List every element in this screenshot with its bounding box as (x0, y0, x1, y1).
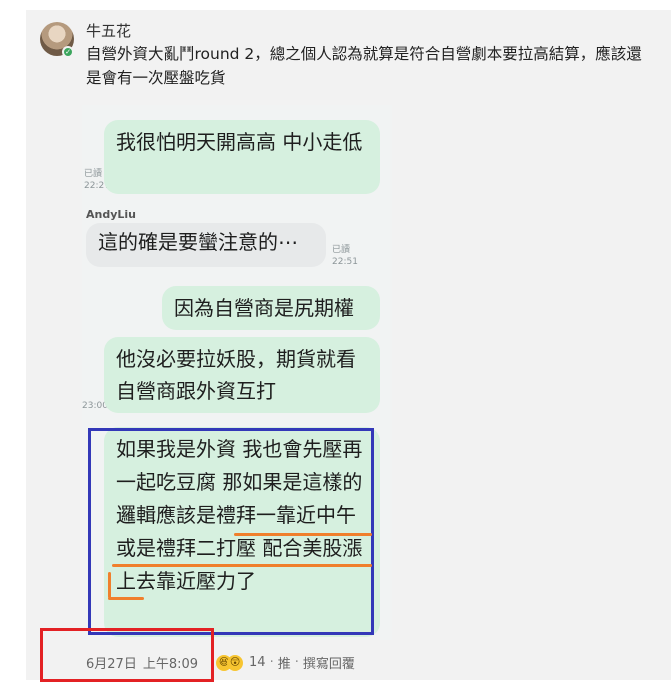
read-receipt: 已讀 (332, 245, 351, 255)
sender-name: AndyLiu (86, 208, 136, 221)
underline-annotation (234, 533, 372, 536)
reaction-count[interactable]: 14 (249, 655, 266, 670)
push-link[interactable]: 推 (278, 653, 291, 672)
highlight-box (88, 428, 374, 635)
chat-bubble-self: 我很怕明天開高高 中小走低 (104, 120, 380, 194)
read-receipt: 已讀 (84, 169, 103, 179)
online-badge-icon: ✓ (62, 46, 74, 58)
page: ✓ 牛五花 自營外資大亂鬥round 2，總之個人認為就算是符合自營劇本要拉高結… (0, 0, 671, 685)
reply-link[interactable]: 撰寫回覆 (303, 653, 355, 672)
chat-bubble-self: 他沒必要拉妖股，期貨就看自營商跟外資互打 (104, 337, 380, 413)
separator: · (269, 655, 274, 670)
chat-bubble-other: 這的確是要蠻注意的⋯ (86, 223, 326, 267)
post-date[interactable]: 6月27日 (86, 653, 137, 672)
message-text: 我很怕明天開高高 中小走低 (116, 130, 363, 154)
post-footer: 6月27日 上午8:09 😆 😲 14 · 推 · 撰寫回覆 (86, 653, 355, 672)
message-text: 因為自營商是尻期權 (174, 296, 354, 320)
underline-annotation (112, 564, 372, 567)
chat-bubble-self: 因為自營商是尻期權 (162, 286, 380, 330)
post-text: 自營外資大亂鬥round 2，總之個人認為就算是符合自營劇本要拉高結算，應該還是… (86, 45, 642, 87)
surprised-emoji-icon[interactable]: 😲 (227, 654, 244, 671)
message-time: 22:51 (332, 257, 358, 267)
separator: · (294, 655, 299, 670)
underline-annotation (108, 572, 111, 598)
message-text: 這的確是要蠻注意的⋯ (98, 230, 298, 254)
post-time[interactable]: 上午8:09 (143, 653, 198, 672)
underline-annotation (108, 597, 144, 600)
message-text: 他沒必要拉妖股，期貨就看自營商跟外資互打 (116, 347, 356, 403)
author-name[interactable]: 牛五花 (86, 20, 131, 41)
